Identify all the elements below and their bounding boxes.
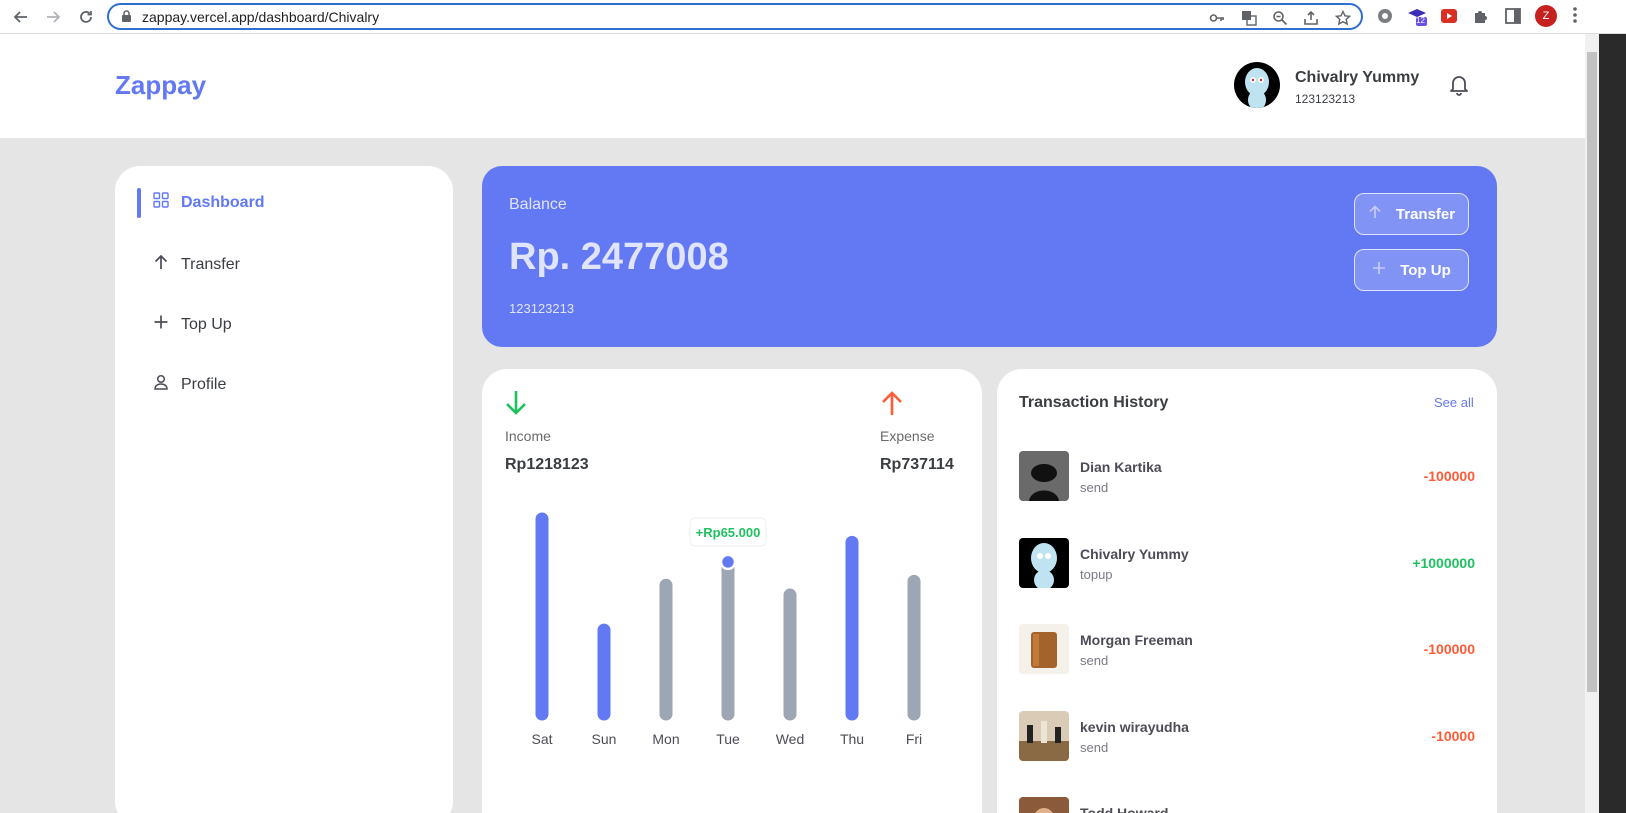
chart-day-label: Sat	[531, 731, 552, 747]
forward-button[interactable]	[41, 5, 65, 29]
transaction-avatar	[1019, 451, 1069, 501]
translate-icon[interactable]	[1241, 10, 1257, 26]
back-button[interactable]	[9, 5, 33, 29]
transaction-row[interactable]: Chivalry Yummy topup +1000000	[1019, 538, 1475, 588]
balance-phone: 123123213	[509, 301, 575, 316]
chart-day-label: Tue	[716, 731, 740, 747]
transfer-button-label: Transfer	[1395, 205, 1456, 223]
transaction-name: Chivalry Yummy	[1080, 546, 1189, 562]
transaction-history-title: Transaction History	[1019, 394, 1169, 411]
arrow-up-icon	[153, 254, 169, 275]
profile-avatar-icon[interactable]: Z	[1535, 5, 1557, 27]
lock-icon	[121, 10, 132, 28]
extension-graduation-icon[interactable]: 12	[1407, 6, 1427, 26]
see-all-link[interactable]: See all	[1434, 395, 1474, 410]
extensions-puzzle-icon[interactable]	[1471, 6, 1491, 26]
browser-toolbar: zappay.vercel.app/dashboard/Chivalry 12 …	[0, 0, 1626, 34]
income-expense-card: Income Rp1218123 Expense Rp737114 Sat Sun…	[482, 369, 982, 813]
transaction-history-card: Transaction History See all Dian Kartika…	[997, 369, 1497, 813]
balance-card: Balance Rp. 2477008 123123213 Transfer T…	[482, 166, 1497, 347]
extension-video-icon[interactable]	[1439, 6, 1459, 26]
grid-icon	[153, 192, 169, 213]
share-icon[interactable]	[1303, 10, 1319, 26]
arrow-up-icon	[1368, 205, 1382, 223]
transaction-type: send	[1080, 480, 1109, 495]
transaction-amount: -100000	[1423, 641, 1475, 657]
chart-day-label: Thu	[840, 731, 864, 747]
transaction-avatar	[1019, 797, 1069, 813]
chart-day-label: Fri	[906, 731, 922, 747]
app-logo[interactable]: Zappay	[115, 70, 206, 101]
extension-badge: 12	[1416, 16, 1425, 25]
user-name: Chivalry Yummy	[1295, 69, 1420, 86]
sidebar-item-label: Transfer	[181, 255, 240, 273]
transaction-type: topup	[1080, 567, 1113, 582]
more-vert-icon[interactable]	[1572, 6, 1578, 29]
sidebar-item-label: Top Up	[181, 315, 232, 333]
extension-gear-icon[interactable]	[1375, 6, 1395, 26]
zoom-icon[interactable]	[1272, 10, 1288, 26]
transaction-name: Dian Kartika	[1080, 459, 1162, 475]
transaction-row[interactable]: kevin wirayudha send -10000	[1019, 711, 1475, 761]
url-text: zappay.vercel.app/dashboard/Chivalry	[142, 9, 380, 25]
transaction-name: kevin wirayudha	[1080, 719, 1189, 735]
transaction-row[interactable]: Morgan Freeman send -100000	[1019, 624, 1475, 674]
transaction-avatar	[1019, 624, 1069, 674]
side-panel-icon[interactable]	[1503, 6, 1523, 26]
app-header: Zappay Chivalry Yummy 123123213	[0, 34, 1585, 138]
balance-label: Balance	[509, 196, 567, 213]
chart-tooltip-label: +Rp65.000	[696, 525, 761, 540]
bell-icon[interactable]	[1447, 72, 1471, 101]
transaction-avatar	[1019, 711, 1069, 761]
chart-day-label: Mon	[652, 731, 679, 747]
transaction-amount: +1000000	[1412, 555, 1475, 571]
scrollbar-thumb[interactable]	[1587, 52, 1597, 692]
topup-button[interactable]: Top Up	[1354, 249, 1469, 291]
transaction-type: send	[1080, 653, 1109, 668]
key-icon[interactable]	[1209, 10, 1225, 26]
sidebar-item-profile[interactable]: Profile	[153, 374, 226, 395]
sidebar-item-transfer[interactable]: Transfer	[153, 254, 240, 275]
sidebar-item-label: Profile	[181, 375, 227, 393]
transaction-type: send	[1080, 740, 1109, 755]
sidebar-item-label: Dashboard	[181, 193, 265, 211]
transaction-amount: -10000	[1431, 728, 1475, 744]
transaction-row[interactable]: Todd Howard	[1019, 797, 1475, 813]
sidebar: Dashboard Transfer Top Up Profile	[115, 166, 453, 813]
plus-icon	[153, 314, 169, 335]
address-bar[interactable]: zappay.vercel.app/dashboard/Chivalry	[107, 3, 1363, 30]
plus-icon	[1372, 261, 1386, 279]
chart-highlight-dot[interactable]	[719, 553, 737, 571]
user-icon	[153, 374, 169, 395]
window-edge	[1599, 34, 1626, 813]
chart-day-label: Wed	[776, 731, 805, 747]
transaction-amount: -100000	[1423, 468, 1475, 484]
sidebar-item-dashboard[interactable]: Dashboard	[153, 192, 265, 213]
balance-amount: Rp. 2477008	[509, 236, 729, 278]
transaction-avatar	[1019, 538, 1069, 588]
page-scrollbar[interactable]	[1585, 34, 1599, 813]
transaction-row[interactable]: Dian Kartika send -100000	[1019, 451, 1475, 501]
active-indicator	[137, 188, 141, 218]
bookmark-star-icon[interactable]	[1334, 9, 1352, 26]
topup-button-label: Top Up	[1400, 261, 1451, 279]
transaction-name: Todd Howard	[1080, 805, 1169, 813]
sidebar-item-topup[interactable]: Top Up	[153, 314, 232, 335]
user-phone: 123123213	[1295, 92, 1356, 106]
chart-day-label: Sun	[592, 731, 617, 747]
transfer-button[interactable]: Transfer	[1354, 193, 1469, 235]
transaction-name: Morgan Freeman	[1080, 632, 1193, 648]
weekly-bar-chart: Sat Sun Mon Tue +Rp65.000 Wed Thu Fri	[531, 512, 922, 747]
reload-button[interactable]	[74, 5, 98, 29]
user-avatar[interactable]	[1234, 62, 1280, 108]
